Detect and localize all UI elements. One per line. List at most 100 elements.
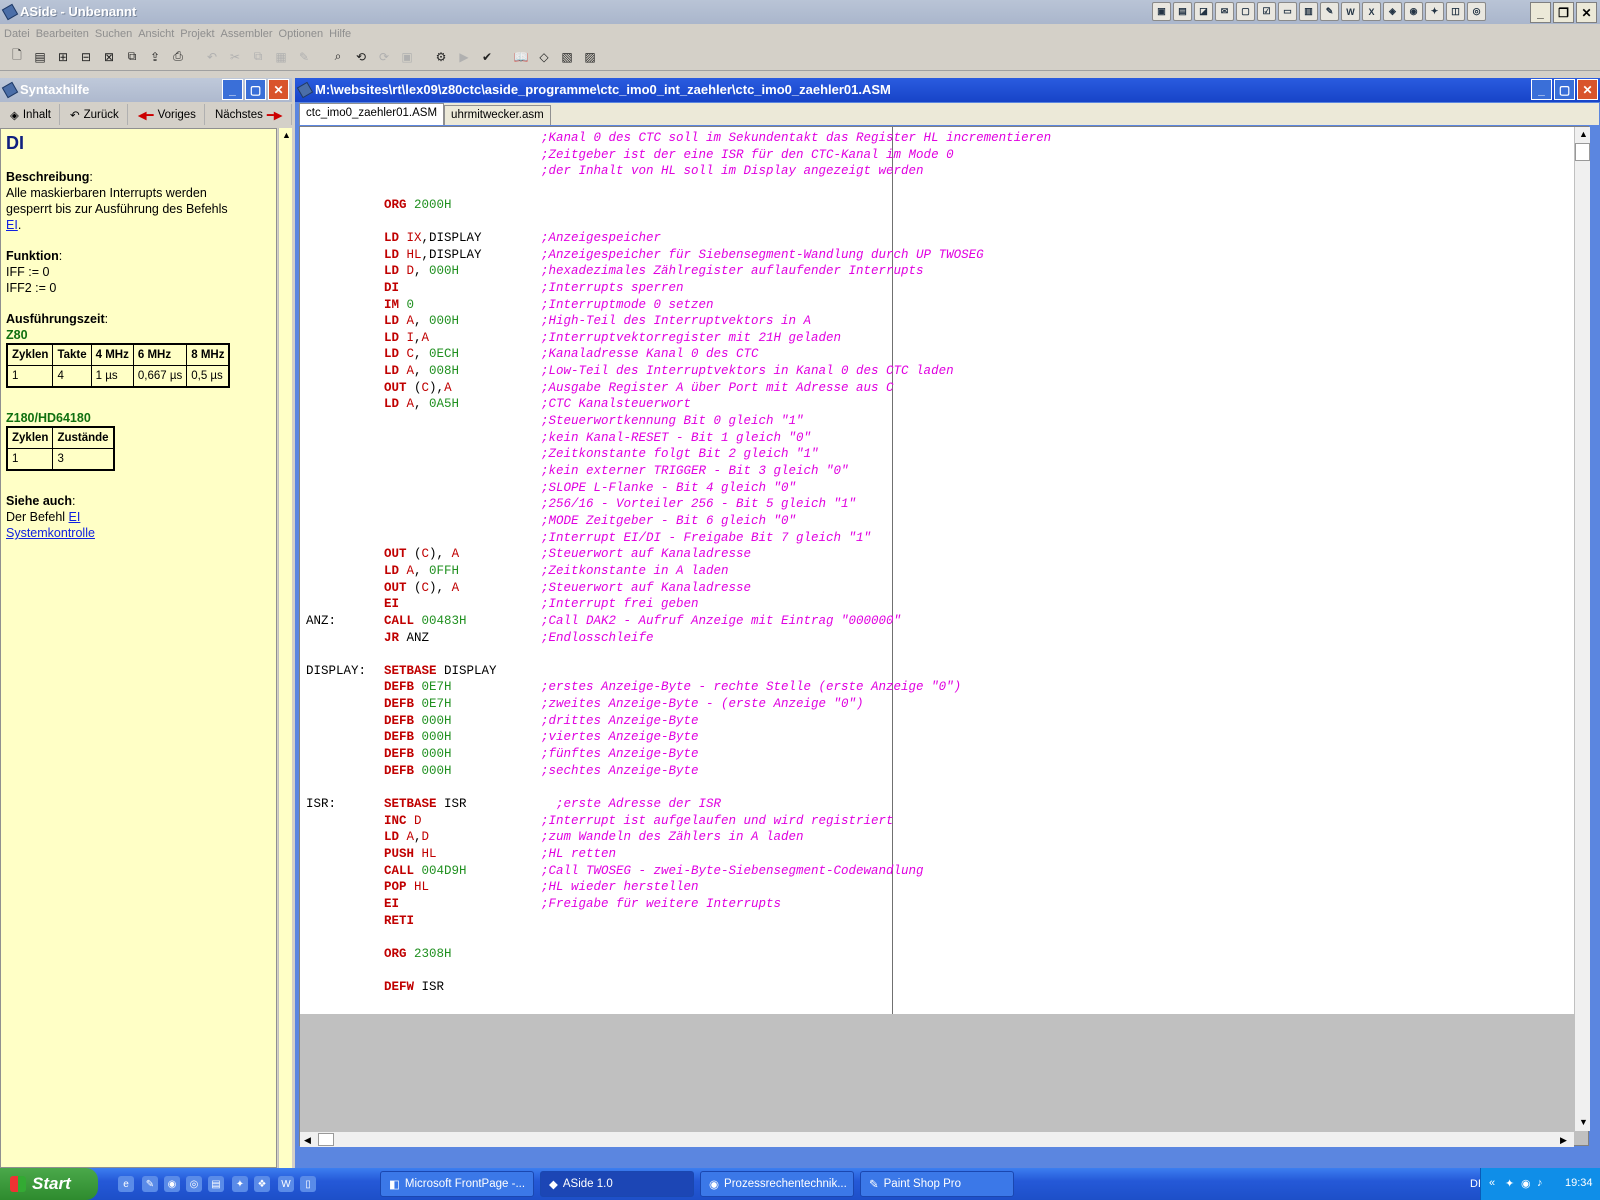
app-shortcut-icon[interactable]: ✉ <box>1215 2 1234 21</box>
tray-icon[interactable]: ◉ <box>1521 1177 1531 1190</box>
excel-icon[interactable]: X <box>1362 2 1381 21</box>
code-area[interactable]: ;Kanal 0 des CTC soll im Sekundentakt da… <box>300 127 1574 1014</box>
help-book-icon[interactable]: 📖 <box>512 48 530 66</box>
close-icon[interactable]: ✕ <box>1577 79 1598 100</box>
menu-projekt[interactable]: Projekt <box>180 25 220 43</box>
quicklaunch-icon[interactable]: e <box>118 1176 134 1192</box>
help-pdf-icon[interactable]: ▨ <box>581 48 599 66</box>
save-icon[interactable]: ⊠ <box>100 48 118 66</box>
start-button[interactable]: Start <box>0 1168 98 1200</box>
find-next-icon[interactable]: ⟳ <box>375 48 393 66</box>
quicklaunch-icon[interactable]: ✎ <box>142 1176 158 1192</box>
tray-icon[interactable]: ✦ <box>1505 1177 1514 1190</box>
systemkontrolle-link[interactable]: Systemkontrolle <box>6 526 95 540</box>
print-icon[interactable]: ⎙ <box>169 48 187 66</box>
code-instruction: SETBASE <box>384 663 445 678</box>
task-aside[interactable]: ◆ ASide 1.0 <box>540 1171 694 1197</box>
replace-icon[interactable]: ⟲ <box>352 48 370 66</box>
close-icon[interactable]: ✕ <box>1576 2 1597 23</box>
help-doc-icon[interactable]: ▧ <box>558 48 576 66</box>
task-frontpage[interactable]: ◧ Microsoft FrontPage -... <box>380 1171 534 1197</box>
menu-optionen[interactable]: Optionen <box>279 25 330 43</box>
tab-uhrmitwecker[interactable]: uhrmitwecker.asm <box>444 105 551 125</box>
help-contents-button[interactable]: ◈ Inhalt <box>2 104 60 125</box>
find-icon[interactable]: ⌕ <box>329 48 347 66</box>
ei-link[interactable]: EI <box>6 218 18 232</box>
app-shortcut-icon[interactable]: ◎ <box>1467 2 1486 21</box>
help-index-icon[interactable]: ◇ <box>535 48 553 66</box>
check-icon[interactable]: ✔ <box>478 48 496 66</box>
menu-ansicht[interactable]: Ansicht <box>138 25 180 43</box>
scroll-up-icon[interactable]: ▲ <box>1579 129 1588 139</box>
code-operand: A <box>451 580 460 595</box>
maximize-icon[interactable]: ▢ <box>1554 79 1575 100</box>
app-shortcut-icon[interactable]: ✦ <box>1425 2 1444 21</box>
app-shortcut-icon[interactable]: ◉ <box>1404 2 1423 21</box>
scroll-right-icon[interactable]: ▶ <box>1560 1135 1567 1146</box>
cut-icon[interactable]: ✂ <box>226 48 244 66</box>
app-shortcut-icon[interactable]: ◪ <box>1194 2 1213 21</box>
word-icon[interactable]: W <box>1341 2 1360 21</box>
menu-assembler[interactable]: Assembler <box>221 25 279 43</box>
menu-hilfe[interactable]: Hilfe <box>329 25 357 43</box>
minimize-icon[interactable]: _ <box>1531 79 1552 100</box>
minimize-icon[interactable]: _ <box>222 79 243 100</box>
app-shortcut-icon[interactable]: ◫ <box>1446 2 1465 21</box>
menu-suchen[interactable]: Suchen <box>95 25 138 43</box>
menu-datei[interactable]: Datei <box>4 25 36 43</box>
close-icon[interactable]: ✕ <box>268 79 289 100</box>
help-scrollbar[interactable]: ▲ <box>278 128 292 1168</box>
scroll-up-icon[interactable]: ▲ <box>282 130 291 140</box>
app-shortcut-icon[interactable]: ✎ <box>1320 2 1339 21</box>
quicklaunch-icon[interactable]: ▯ <box>300 1176 316 1192</box>
app-shortcut-icon[interactable]: ▥ <box>1299 2 1318 21</box>
scroll-thumb[interactable] <box>318 1133 334 1146</box>
paste-icon[interactable]: ▦ <box>272 48 290 66</box>
quicklaunch-icon[interactable]: ❖ <box>254 1176 270 1192</box>
help-next-button[interactable]: Nächstes ━▶ <box>207 104 292 125</box>
restore-icon[interactable]: ❐ <box>1553 2 1574 23</box>
quicklaunch-icon[interactable]: W <box>278 1176 294 1192</box>
ei-link[interactable]: EI <box>69 510 81 524</box>
app-shortcut-icon[interactable]: ▤ <box>1173 2 1192 21</box>
code-line: ;kein externer TRIGGER - Bit 3 gleich "0… <box>306 463 1566 480</box>
app-shortcut-icon[interactable]: ▢ <box>1236 2 1255 21</box>
scroll-left-icon[interactable]: ◀ <box>304 1135 311 1146</box>
edit-icon[interactable]: ✎ <box>295 48 313 66</box>
open-project-icon[interactable]: ⊞ <box>54 48 72 66</box>
export-icon[interactable]: ⇪ <box>146 48 164 66</box>
volume-icon[interactable]: ♪ <box>1537 1177 1543 1189</box>
vertical-scrollbar[interactable]: ▲ ▼ <box>1574 127 1590 1131</box>
firefox-icon[interactable]: ◉ <box>164 1176 180 1192</box>
copy-icon[interactable]: ⧉ <box>249 48 267 66</box>
task-prozessrechentechnik[interactable]: ◉ Prozessrechentechnik... <box>700 1171 854 1197</box>
app-shortcut-icon[interactable]: ◈ <box>1383 2 1402 21</box>
app-shortcut-icon[interactable]: ▣ <box>1152 2 1171 21</box>
goto-icon[interactable]: ▣ <box>398 48 416 66</box>
scroll-down-icon[interactable]: ▼ <box>1579 1117 1588 1127</box>
help-previous-button[interactable]: ◀━ Voriges <box>130 104 205 125</box>
task-paint-shop-pro[interactable]: ✎ Paint Shop Pro <box>860 1171 1014 1197</box>
quicklaunch-icon[interactable]: ✦ <box>232 1176 248 1192</box>
help-back-button[interactable]: ↶ Zurück <box>62 104 128 125</box>
app-shortcut-icon[interactable]: ☑ <box>1257 2 1276 21</box>
assemble-icon[interactable]: ⚙ <box>432 48 450 66</box>
code-line: DI ;Interrupts sperren <box>306 280 1566 297</box>
tab-ctc-imo0-zaehler01[interactable]: ctc_imo0_zaehler01.ASM <box>299 103 445 125</box>
run-icon[interactable]: ▶ <box>455 48 473 66</box>
new-doc-icon[interactable]: ▤ <box>31 48 49 66</box>
maximize-icon[interactable]: ▢ <box>245 79 266 100</box>
horizontal-scrollbar[interactable]: ◀ ▶ <box>300 1131 1574 1147</box>
tray-expand-icon[interactable]: « <box>1489 1177 1495 1189</box>
open-folder-icon[interactable]: ⊟ <box>77 48 95 66</box>
menu-bearbeiten[interactable]: Bearbeiten <box>36 25 95 43</box>
undo-icon[interactable]: ↶ <box>203 48 221 66</box>
scroll-thumb[interactable] <box>1575 143 1590 161</box>
save-all-icon[interactable]: ⧉ <box>123 48 141 66</box>
clock[interactable]: 19:34 <box>1565 1177 1593 1189</box>
app-shortcut-icon[interactable]: ▭ <box>1278 2 1297 21</box>
quicklaunch-icon[interactable]: ◎ <box>186 1176 202 1192</box>
new-file-icon[interactable]: 🗋 <box>8 48 26 66</box>
minimize-icon[interactable]: _ <box>1530 2 1551 23</box>
quicklaunch-icon[interactable]: ▤ <box>208 1176 224 1192</box>
